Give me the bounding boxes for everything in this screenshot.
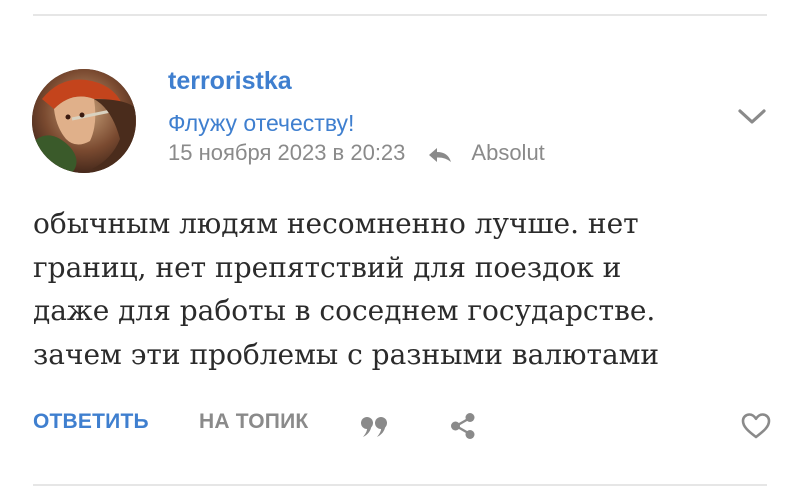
post-body-line: даже для работы в соседнем государстве.: [33, 294, 656, 327]
post-body-line: зачем эти проблемы с разными валютами: [33, 337, 660, 371]
share-icon[interactable]: [450, 412, 476, 440]
reply-button[interactable]: ОТВЕТИТЬ: [33, 410, 149, 434]
avatar[interactable]: [32, 69, 136, 173]
top-divider: [33, 14, 767, 16]
to-topic-button[interactable]: НА ТОПИК: [199, 410, 308, 434]
post-body: обычным людям несомненно лучше. нет гран…: [33, 202, 773, 376]
post-actions: ОТВЕТИТЬ НА ТОПИК: [0, 404, 800, 444]
reply-to-username[interactable]: Absolut: [471, 140, 544, 166]
reply-arrow-icon: [427, 144, 453, 162]
heart-icon[interactable]: [740, 412, 772, 440]
post-timestamp: 15 ноября 2023 в 20:23: [168, 140, 406, 165]
quote-icon[interactable]: [360, 416, 390, 438]
username[interactable]: terroristka: [168, 67, 292, 96]
chevron-down-icon[interactable]: [736, 104, 768, 128]
bottom-divider: [33, 484, 767, 486]
post-meta: 15 ноября 2023 в 20:23 Absolut: [168, 140, 545, 166]
post-body-line: обычным людям несомненно лучше. нет: [33, 207, 639, 240]
post-body-line: границ, нет препятствий для поездок и: [33, 250, 622, 284]
user-status: Флужу отечеству!: [168, 110, 355, 136]
